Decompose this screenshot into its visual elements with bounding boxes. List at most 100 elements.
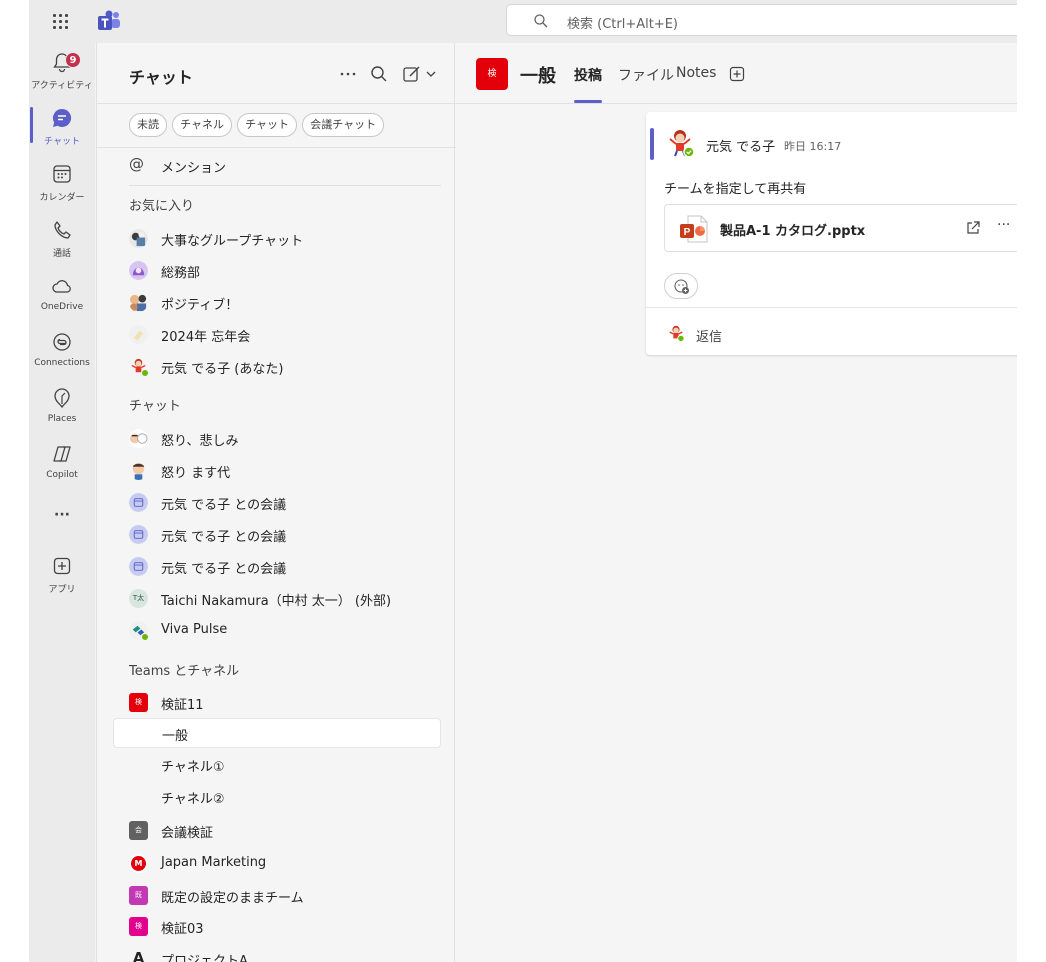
rail-label: アプリ — [48, 585, 76, 595]
search-icon[interactable] — [368, 63, 390, 85]
rail-chat[interactable]: チャット — [29, 103, 95, 157]
author-avatar — [669, 130, 695, 158]
post-accent-bar — [650, 128, 654, 160]
chat-list-title: チャット — [129, 68, 193, 87]
post-author[interactable]: 元気 でる子 — [706, 136, 775, 155]
tab-posts[interactable]: 投稿 — [574, 65, 602, 85]
svg-text:P: P — [684, 227, 691, 238]
team-item-label: プロジェクトA — [161, 954, 248, 962]
rail-connections[interactable]: Connections — [29, 327, 95, 381]
chat-item-label: Viva Pulse — [161, 622, 228, 637]
rail-more-apps[interactable]: ··· — [29, 505, 95, 531]
chat-item[interactable]: 元気 でる子 との会議 — [113, 487, 441, 517]
rail-apps[interactable]: アプリ — [29, 551, 95, 605]
channel-item[interactable]: チャネル① — [113, 749, 441, 779]
add-tab-icon[interactable] — [729, 66, 745, 82]
chat-item[interactable]: 怒り、悲しみ — [113, 423, 441, 453]
divider — [129, 185, 441, 186]
app-launcher-icon[interactable] — [51, 12, 71, 32]
chat-item[interactable]: 2024年 忘年会 — [113, 319, 441, 349]
file-attachment[interactable]: P 製品A-1 カタログ.pptx ··· — [664, 204, 1017, 252]
filter-bar: 未読 チャネル チャット 会議チャット — [129, 113, 385, 137]
team-item-label: 検証03 — [161, 922, 204, 937]
rail-copilot[interactable]: Copilot — [29, 439, 95, 493]
powerpoint-file-icon: P — [680, 215, 708, 243]
chat-item[interactable]: 元気 でる子 との会議 — [113, 551, 441, 581]
chat-item[interactable]: T太 Taichi Nakamura（中村 太一） (外部) — [113, 583, 441, 613]
meeting-icon — [129, 557, 148, 576]
filter-chats[interactable]: チャット — [237, 113, 298, 137]
chat-item[interactable]: 大事なグループチャット — [113, 223, 441, 253]
rail-label: チャット — [44, 137, 80, 147]
channel-title: 一般 — [520, 66, 556, 87]
filter-channels[interactable]: チャネル — [172, 113, 233, 137]
mentions-item[interactable]: @ メンション — [113, 150, 441, 180]
rail-label: Connections — [34, 358, 90, 368]
filter-meeting-chats[interactable]: 会議チャット — [302, 113, 385, 137]
chat-item[interactable]: 元気 でる子 との会議 — [113, 519, 441, 549]
add-reaction-button[interactable] — [664, 273, 698, 299]
tab-notes[interactable]: Notes — [676, 65, 716, 81]
channel-view: 検 一般 投稿 ファイル Notes 元気 でる子 昨日 16:17 チームを指… — [456, 43, 1017, 962]
post-timestamp: 昨日 16:17 — [784, 140, 842, 153]
chat-item[interactable]: 怒り ます代 — [113, 455, 441, 485]
chat-item[interactable]: 元気 でる子 (あなた) — [113, 351, 441, 381]
filter-unread[interactable]: 未読 — [129, 113, 167, 137]
team-item[interactable]: M Japan Marketing — [113, 848, 441, 878]
team-item-label: Japan Marketing — [161, 855, 267, 870]
team-item[interactable]: 会 会議検証 — [113, 815, 441, 845]
chat-item-label: 大事なグループチャット — [161, 234, 304, 249]
channel-item-selected[interactable]: 一般 — [113, 718, 441, 748]
reply-button[interactable]: 返信 — [696, 326, 722, 345]
favorites-header[interactable]: お気に入り — [129, 195, 194, 214]
chat-item-label: 総務部 — [161, 266, 201, 281]
chat-icon — [52, 108, 72, 127]
chat-item-label: 元気 でる子 との会議 — [161, 498, 287, 513]
rail-places[interactable]: Places — [29, 383, 95, 437]
search-input[interactable]: 検索 (Ctrl+Alt+E) — [506, 4, 1017, 36]
chat-item[interactable]: Viva Pulse — [113, 615, 441, 645]
channel-item[interactable]: チャネル② — [113, 781, 441, 811]
chat-item-label: 元気 でる子 (あなた) — [161, 362, 284, 377]
file-name: 製品A-1 カタログ.pptx — [720, 224, 866, 239]
rail-label: Places — [47, 414, 77, 424]
team-item-label: 既定の設定のままチーム — [161, 891, 304, 906]
rail-calendar[interactable]: カレンダー — [29, 159, 95, 213]
channel-header: 検 一般 投稿 ファイル Notes — [456, 43, 1017, 104]
rail-onedrive[interactable]: OneDrive — [29, 271, 95, 325]
chats-header[interactable]: チャット — [129, 395, 181, 414]
teams-header[interactable]: Teams とチャネル — [129, 660, 239, 679]
tab-files[interactable]: ファイル — [618, 65, 674, 85]
team-item-label: 会議検証 — [161, 826, 214, 841]
team-item[interactable]: A プロジェクトA — [113, 943, 441, 962]
more-options-icon[interactable] — [337, 63, 359, 85]
team-tile-letter: M — [131, 856, 146, 871]
new-chat-icon[interactable] — [401, 63, 439, 85]
group-avatar — [129, 429, 148, 448]
share-icon[interactable] — [965, 220, 981, 236]
current-user-avatar — [669, 325, 685, 342]
team-item[interactable]: 既 既定の設定のままチーム — [113, 880, 441, 910]
team-item[interactable]: 検 検証03 — [113, 911, 441, 941]
rail-activity[interactable]: 9 アクティビティ — [29, 47, 95, 101]
meeting-icon — [129, 493, 148, 512]
presence-available-icon — [141, 369, 149, 377]
chat-item[interactable]: ポジティブ！ — [113, 287, 441, 317]
chat-list-header: チャット — [97, 43, 456, 104]
chat-item-label: 元気 でる子 との会議 — [161, 562, 287, 577]
file-more-options-icon[interactable]: ··· — [997, 217, 1015, 237]
add-app-icon — [53, 557, 71, 575]
team-tile: M — [129, 854, 148, 873]
rail-label: 通話 — [52, 249, 71, 259]
group-avatar — [129, 229, 148, 248]
rail-calls[interactable]: 通話 — [29, 215, 95, 269]
team-tile: 既 — [129, 886, 148, 905]
chat-item[interactable]: 総務部 — [113, 255, 441, 285]
team-item[interactable]: 検 検証11 — [113, 687, 441, 717]
mentions-label: メンション — [161, 161, 227, 176]
rail-label: カレンダー — [39, 193, 85, 203]
chat-item-label: 怒り ます代 — [161, 466, 231, 481]
team-item-label: 検証11 — [161, 698, 204, 713]
team-tile: 検 — [129, 917, 148, 936]
calendar-icon — [53, 165, 71, 183]
